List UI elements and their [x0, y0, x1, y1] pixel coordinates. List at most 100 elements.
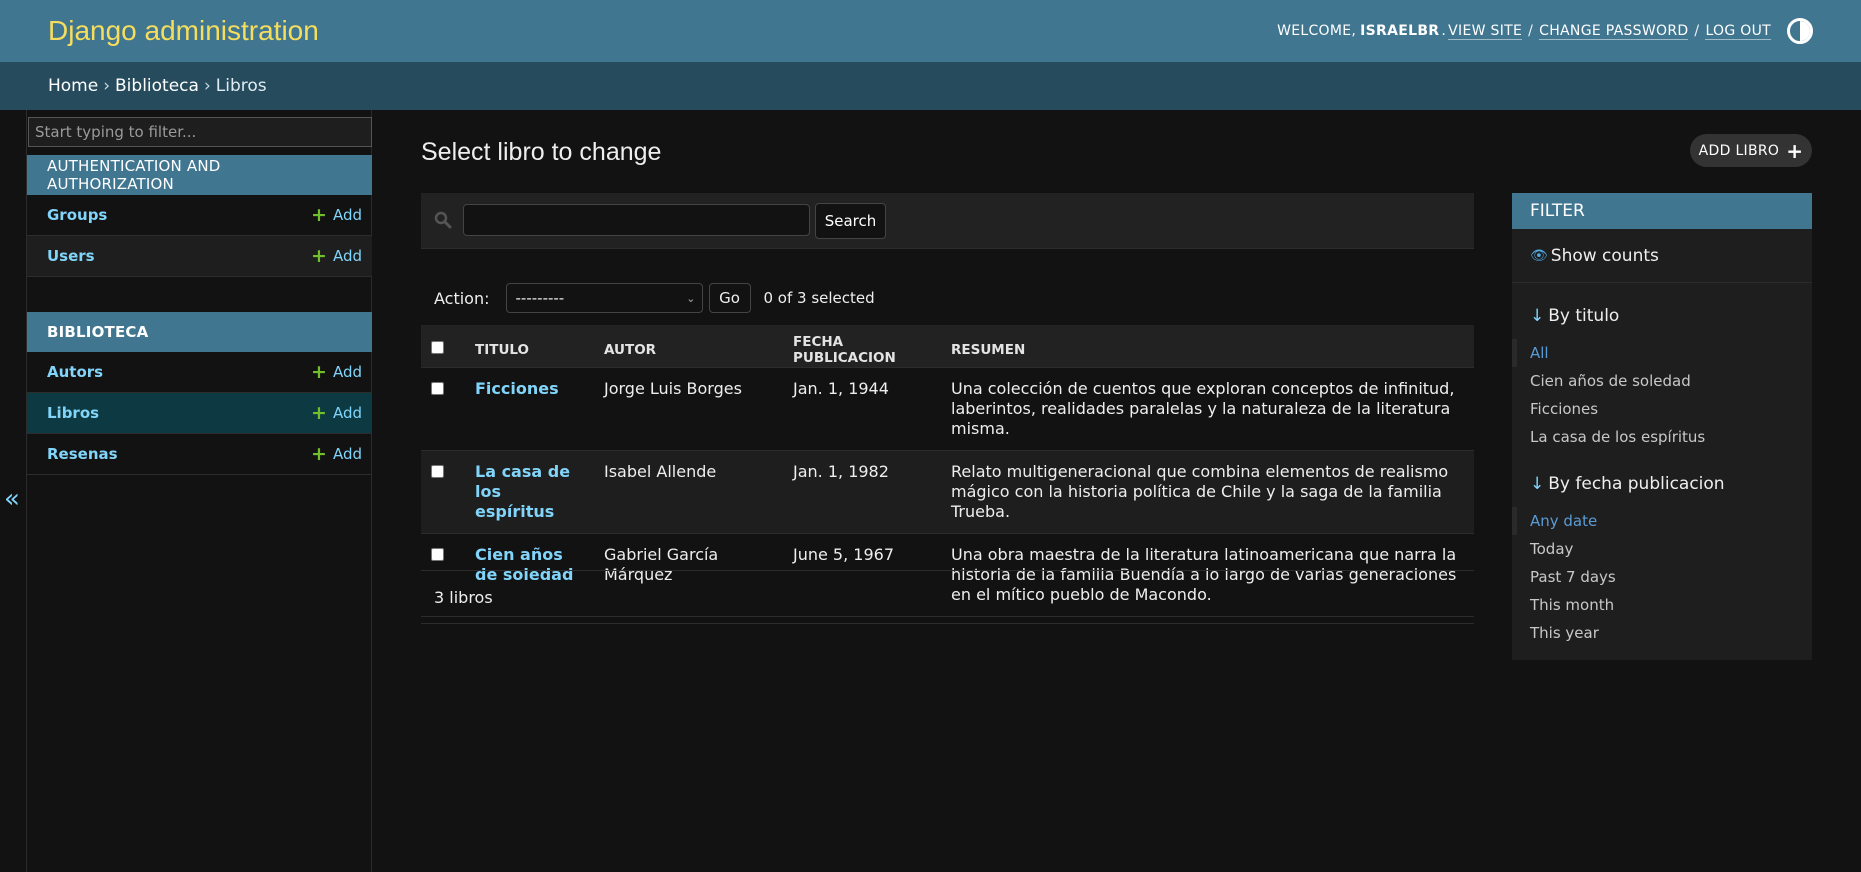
row-checkbox[interactable]	[431, 464, 444, 478]
sidebar-item-users: Users + Add	[27, 236, 372, 277]
arrow-down-icon: ↓	[1530, 306, 1545, 326]
changelist-filter: FILTER 👁 Show counts ↓ By titulo All Cie…	[1512, 193, 1812, 660]
nav-filter-input[interactable]: Start typing to filter...	[28, 117, 372, 147]
filter-title: FILTER	[1512, 193, 1812, 229]
column-header-titulo[interactable]: TITULO	[465, 325, 594, 368]
header: Django administration WELCOME, ISRAELBR.…	[0, 0, 1861, 62]
action-label: Action:	[434, 288, 490, 308]
breadcrumb-current: Libros	[215, 76, 267, 96]
site-branding[interactable]: Django administration	[48, 15, 319, 47]
filter-option[interactable]: Any date	[1512, 507, 1812, 535]
show-counts-label: Show counts	[1550, 245, 1659, 266]
breadcrumb: Home › Biblioteca › Libros	[0, 62, 1861, 110]
breadcrumb-home[interactable]: Home	[48, 76, 98, 96]
row-checkbox[interactable]	[431, 547, 444, 561]
filter-heading-fecha[interactable]: ↓ By fecha publicacion	[1512, 471, 1812, 497]
column-header-autor[interactable]: AUTOR	[594, 325, 783, 368]
sidebar-item-resenas: Resenas + Add	[27, 434, 372, 475]
search-input[interactable]	[463, 204, 810, 236]
view-site-link[interactable]: VIEW SITE	[1448, 23, 1523, 40]
row-select-cell	[421, 450, 465, 534]
add-label: Add	[332, 206, 362, 224]
module-caption-auth[interactable]: AUTHENTICATION AND AUTHORIZATION	[27, 155, 372, 195]
paginator: 3 libros	[421, 570, 1474, 624]
plus-icon: +	[311, 244, 327, 267]
add-libro-label: ADD LIBRO	[1698, 142, 1780, 159]
table-row: Ficciones Jorge Luis Borges Jan. 1, 1944…	[421, 367, 1474, 451]
separator: /	[1694, 23, 1700, 39]
action-select[interactable]: --------- ⌄	[505, 283, 703, 313]
filter-list-fecha: Any date Today Past 7 days This month Th…	[1512, 507, 1812, 647]
sidebar-item-autors-link[interactable]: Autors	[47, 363, 103, 381]
filter-option[interactable]: All	[1512, 339, 1812, 367]
chevron-down-icon: ⌄	[686, 291, 696, 305]
sidebar-item-autors: Autors + Add	[27, 352, 372, 393]
filter-option[interactable]: Today	[1512, 535, 1812, 563]
libro-link[interactable]: La casa de los espíritus	[475, 462, 570, 521]
search-button[interactable]: Search	[815, 203, 886, 239]
libro-link[interactable]: Ficciones	[475, 379, 559, 398]
sidebar-item-users-link[interactable]: Users	[47, 247, 95, 265]
column-header-resumen[interactable]: RESUMEN	[941, 325, 1474, 368]
nav-sidebar: Start typing to filter... AUTHENTICATION…	[26, 110, 372, 872]
add-libros-button[interactable]: + Add	[311, 401, 362, 424]
add-groups-button[interactable]: + Add	[311, 203, 362, 226]
plus-icon: +	[311, 360, 327, 383]
add-libro-button[interactable]: ADD LIBRO +	[1690, 134, 1812, 167]
filter-option[interactable]: Cien años de soledad	[1512, 367, 1812, 395]
filter-option[interactable]: Ficciones	[1512, 395, 1812, 423]
module-caption-biblioteca[interactable]: BIBLIOTECA	[27, 312, 372, 352]
separator: /	[1528, 23, 1534, 39]
filter-heading-titulo[interactable]: ↓ By titulo	[1512, 303, 1812, 329]
resumen-cell: Relato multigeneracional que combina ele…	[941, 450, 1474, 534]
add-label: Add	[332, 363, 362, 381]
add-resenas-button[interactable]: + Add	[311, 442, 362, 465]
sidebar-item-resenas-link[interactable]: Resenas	[47, 445, 118, 463]
plus-icon: +	[311, 442, 327, 465]
eye-icon: 👁	[1530, 247, 1548, 264]
titulo-cell: La casa de los espíritus	[465, 450, 594, 534]
search-icon	[434, 211, 452, 229]
row-checkbox[interactable]	[431, 381, 444, 395]
table-row: La casa de los espíritus Isabel Allende …	[421, 450, 1474, 534]
fecha-cell: Jan. 1, 1944	[783, 367, 941, 451]
sidebar-item-libros-link[interactable]: Libros	[47, 404, 99, 422]
column-header-fecha[interactable]: FECHA PUBLICACION	[783, 325, 941, 368]
filter-option[interactable]: Past 7 days	[1512, 563, 1812, 591]
table-header-row: TITULO AUTOR FECHA PUBLICACION RESUMEN	[421, 325, 1474, 368]
filter-option[interactable]: This year	[1512, 619, 1812, 647]
sidebar-item-groups-link[interactable]: Groups	[47, 206, 107, 224]
breadcrumb-separator: ›	[103, 76, 111, 96]
action-counter: 0 of 3 selected	[763, 289, 875, 307]
fecha-cell: Jan. 1, 1982	[783, 450, 941, 534]
theme-toggle-icon[interactable]	[1787, 18, 1813, 44]
filter-heading-label: By titulo	[1548, 306, 1620, 326]
action-select-value: ---------	[515, 289, 565, 307]
user-tools: WELCOME, ISRAELBR. VIEW SITE / CHANGE PA…	[1277, 18, 1813, 44]
toggle-sidebar-button[interactable]: «	[4, 484, 20, 514]
add-label: Add	[332, 404, 362, 422]
add-label: Add	[332, 445, 362, 463]
sidebar-item-libros: Libros + Add	[27, 393, 372, 434]
plus-icon: +	[311, 401, 327, 424]
breadcrumb-app[interactable]: Biblioteca	[115, 76, 199, 96]
filter-list-titulo: All Cien años de soledad Ficciones La ca…	[1512, 339, 1812, 451]
plus-icon: +	[1786, 138, 1804, 163]
titulo-cell: Ficciones	[465, 367, 594, 451]
go-button[interactable]: Go	[708, 283, 751, 313]
row-select-cell	[421, 367, 465, 451]
change-password-link[interactable]: CHANGE PASSWORD	[1539, 23, 1689, 40]
select-all-checkbox[interactable]	[431, 340, 444, 354]
plus-icon: +	[311, 203, 327, 226]
page-title: Select libro to change	[421, 138, 662, 166]
filter-option[interactable]: This month	[1512, 591, 1812, 619]
filter-heading-label: By fecha publicacion	[1548, 474, 1725, 494]
filter-option[interactable]: La casa de los espíritus	[1512, 423, 1812, 451]
add-autors-button[interactable]: + Add	[311, 360, 362, 383]
add-users-button[interactable]: + Add	[311, 244, 362, 267]
show-counts-link[interactable]: 👁 Show counts	[1512, 229, 1812, 283]
autor-cell: Isabel Allende	[594, 450, 783, 534]
arrow-down-icon: ↓	[1530, 474, 1545, 494]
breadcrumb-separator: ›	[203, 76, 211, 96]
log-out-link[interactable]: LOG OUT	[1705, 23, 1771, 40]
